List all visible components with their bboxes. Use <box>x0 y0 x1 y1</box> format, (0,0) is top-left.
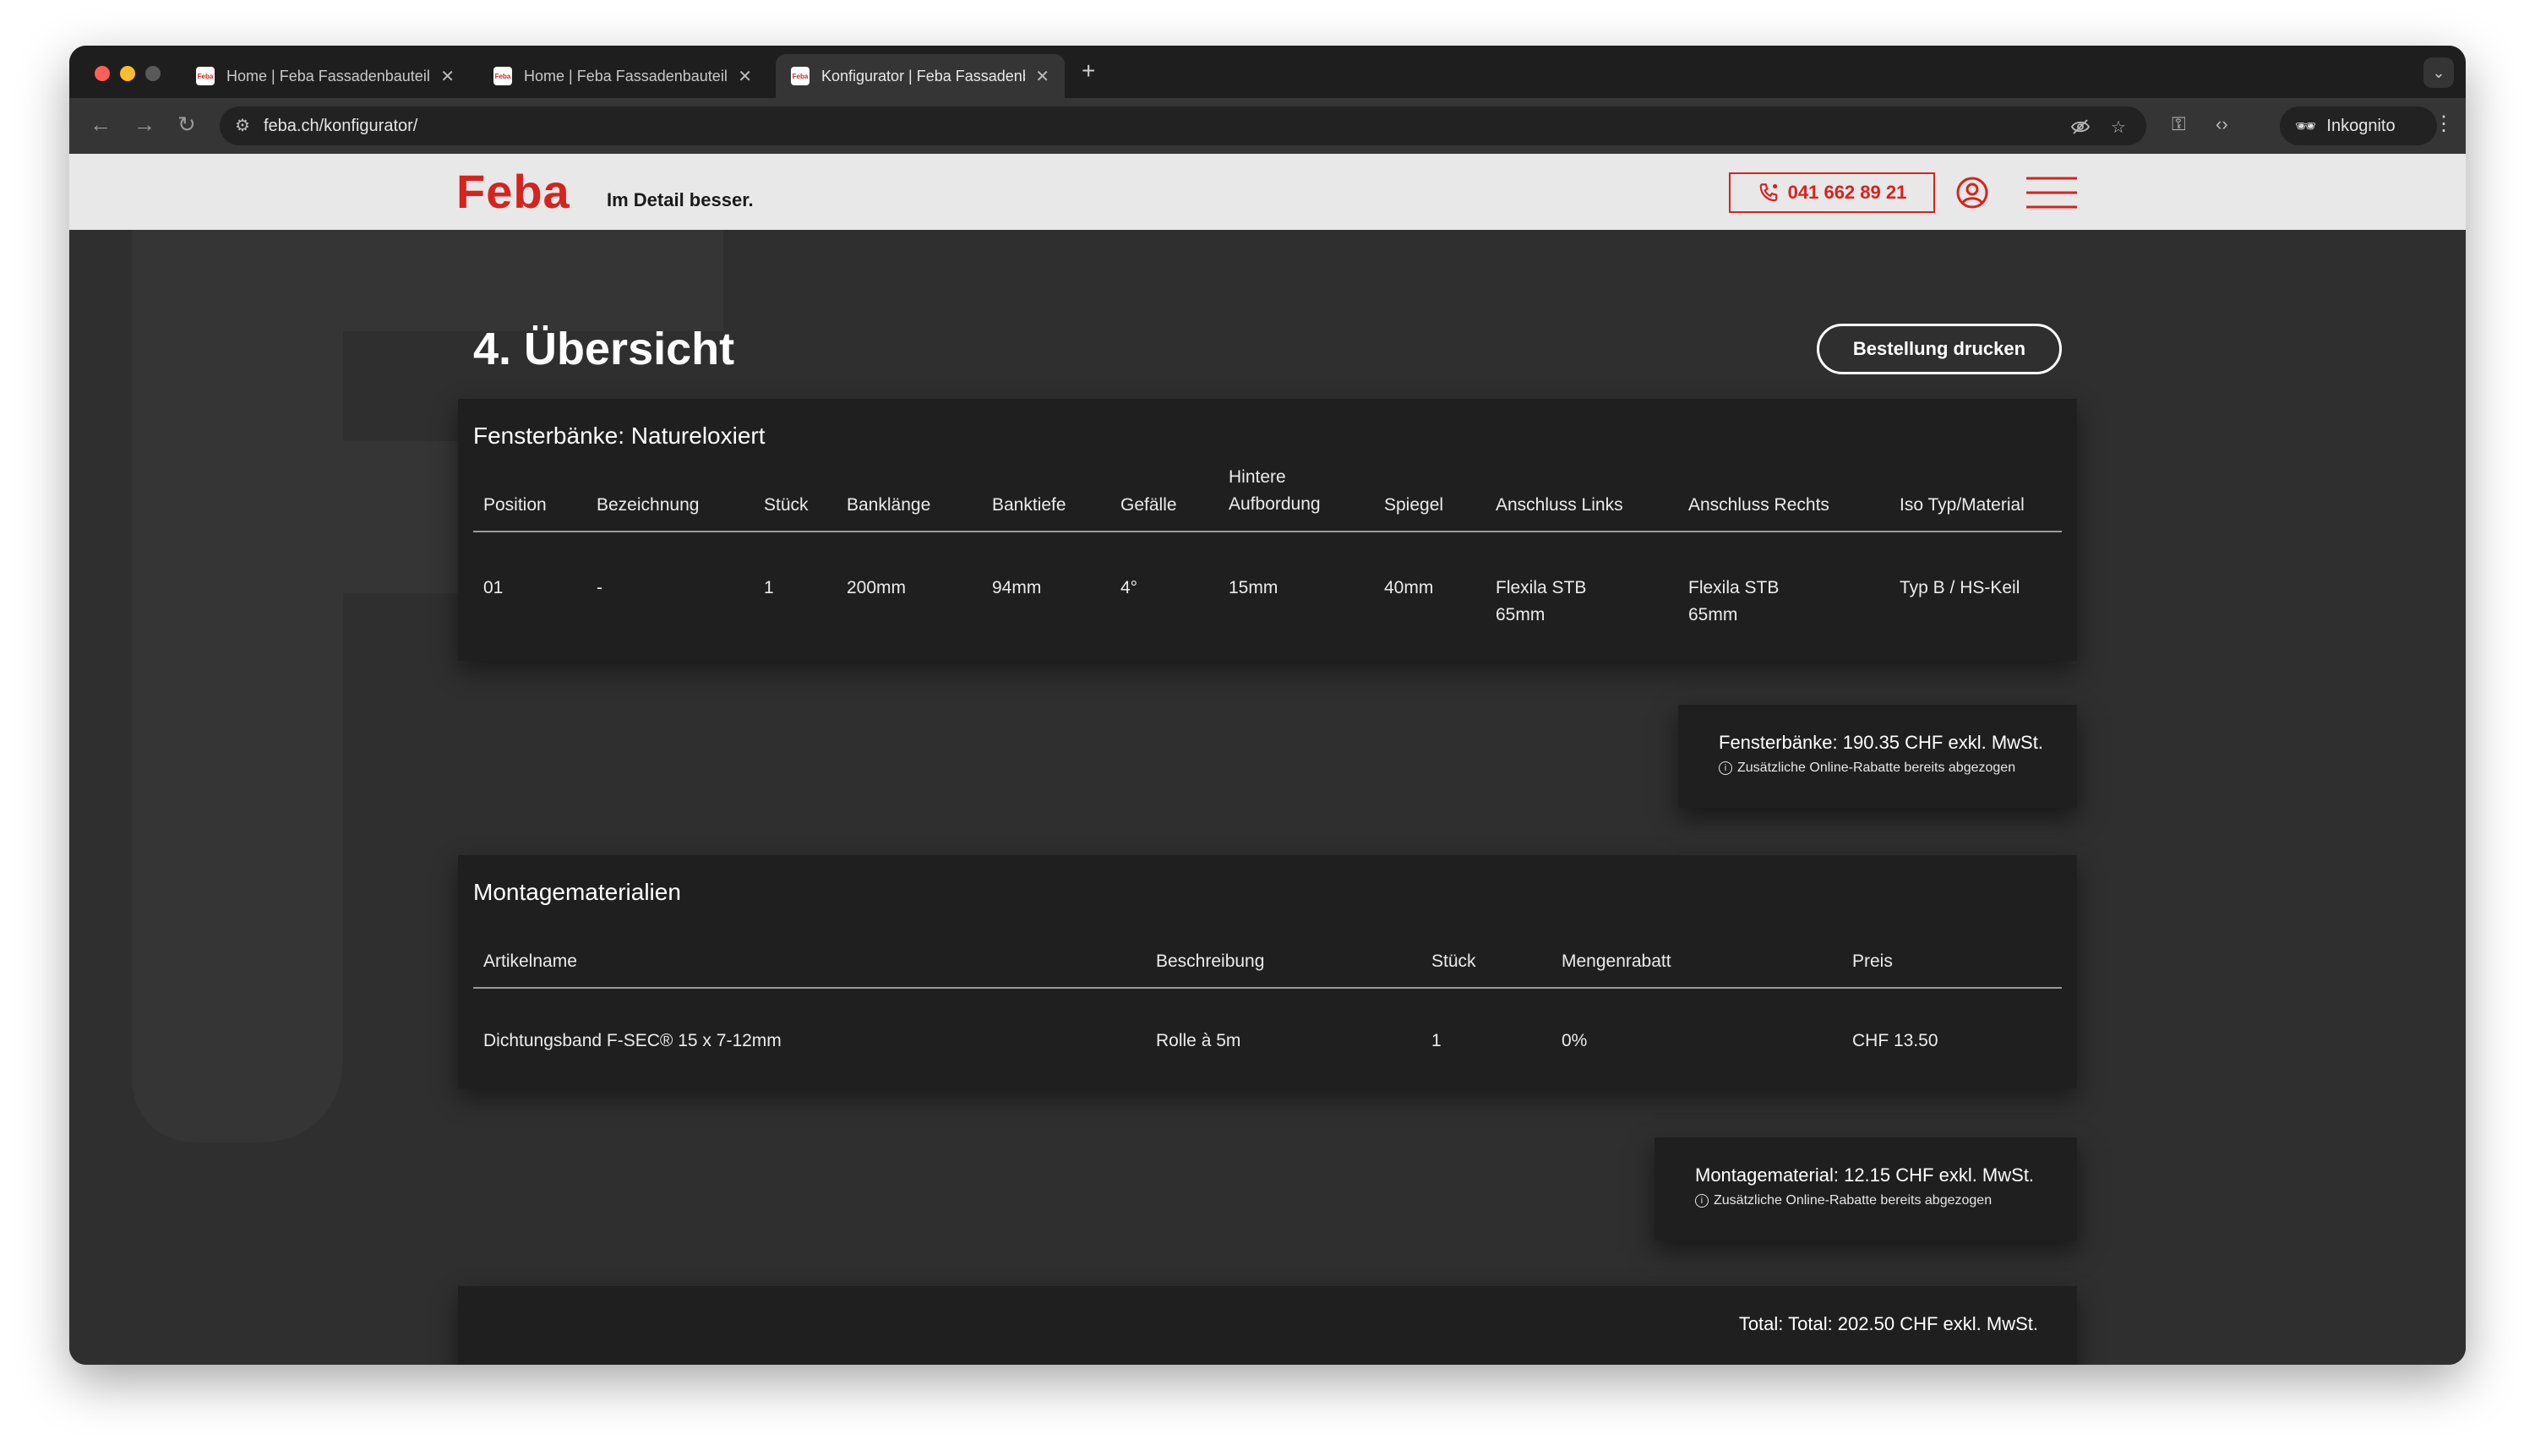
cell-iso-typ: Typ B / HS-Keil <box>1900 578 2020 597</box>
col-banklaenge: Banklänge <box>847 495 931 515</box>
col-mengenrabatt: Mengenrabatt <box>1562 952 1671 971</box>
eye-off-icon[interactable] <box>2070 117 2091 142</box>
back-arrow-icon[interactable]: ← <box>90 112 112 138</box>
feba-logo[interactable]: Feba <box>456 164 570 219</box>
cell-hintere-aufbordung: 15mm <box>1229 578 1278 597</box>
browser-menu-icon[interactable]: ⋮ <box>2434 112 2454 136</box>
new-tab-button[interactable]: + <box>1082 57 1095 85</box>
tab-bar: Feba Home | Feba Fassadenbauteile ✕ Feba… <box>69 46 2466 98</box>
feba-favicon-icon: Feba <box>493 67 512 85</box>
sills-summary-box: Fensterbänke: 190.35 CHF exkl. MwSt. i Z… <box>1678 705 2077 808</box>
browser-window: Feba Home | Feba Fassadenbauteile ✕ Feba… <box>69 46 2466 1365</box>
col-anschluss-rechts: Anschluss Rechts <box>1688 495 1829 515</box>
site-header: Feba Im Detail besser. 041 662 89 21 <box>69 154 2466 230</box>
mounting-title: Montagematerialien <box>473 879 681 905</box>
bookmark-star-icon[interactable]: ☆ <box>2111 117 2126 138</box>
discount-note-text: Zusätzliche Online-Rabatte bereits abgez… <box>1714 1193 1993 1208</box>
mounting-summary: Montagematerial: 12.15 CHF exkl. MwSt. <box>1695 1164 2035 1186</box>
address-bar[interactable]: ⚙ feba.ch/konfigurator/ ☆ <box>220 106 2146 145</box>
sills-summary: Fensterbänke: 190.35 CHF exkl. MwSt. <box>1719 732 2043 753</box>
minimize-window-button[interactable] <box>120 66 135 81</box>
page-title: 4. Übersicht <box>473 324 735 374</box>
cell-position: 01 <box>483 578 504 597</box>
browser-tab-2[interactable]: Feba Home | Feba Fassadenbauteile ✕ <box>478 54 767 98</box>
site-settings-icon[interactable]: ⚙ <box>235 115 250 136</box>
phone-icon <box>1759 183 1777 202</box>
phone-button[interactable]: 041 662 89 21 <box>1729 172 1935 213</box>
col-stueck: Stück <box>1431 952 1476 971</box>
print-order-button[interactable]: Bestellung drucken <box>1817 324 2062 374</box>
tab-search-chevron-icon[interactable]: ⌄ <box>2423 57 2454 88</box>
browser-toolbar: ← → ↻ ⚙ feba.ch/konfigurator/ ☆ ⚿ ‹› 🕶 I… <box>69 98 2466 154</box>
incognito-badge[interactable]: 🕶 Inkognito <box>2280 106 2437 145</box>
sills-title: Fensterbänke: Natureloxiert <box>473 423 766 449</box>
code-brackets-icon[interactable]: ‹› <box>2216 113 2228 135</box>
sills-discount-note: i Zusätzliche Online-Rabatte bereits abg… <box>1719 761 2015 776</box>
maximize-window-button[interactable] <box>145 66 161 81</box>
col-bezeichnung: Bezeichnung <box>597 495 700 515</box>
cell-spiegel: 40mm <box>1384 578 1434 597</box>
tagline: Im Detail besser. <box>607 189 754 210</box>
col-anschluss-links: Anschluss Links <box>1496 495 1623 515</box>
col-artikelname: Artikelname <box>483 952 577 971</box>
password-key-icon[interactable]: ⚿ <box>2172 113 2186 135</box>
col-preis: Preis <box>1852 952 1893 971</box>
tab-title: Konfigurator | Feba Fassadenbauteile <box>821 67 1025 85</box>
info-icon: i <box>1695 1194 1709 1208</box>
col-stueck: Stück <box>764 495 809 515</box>
total-bar: Total: Total: 202.50 CHF exkl. MwSt. <box>458 1286 2077 1365</box>
close-tab-icon[interactable]: ✕ <box>738 66 752 87</box>
cell-banktiefe: 94mm <box>992 578 1042 597</box>
col-banktiefe: Banktiefe <box>992 495 1066 515</box>
header-divider <box>473 531 2062 532</box>
cell-anschluss-links: Flexila STB 65mm <box>1496 578 1587 624</box>
header-divider <box>473 987 2062 989</box>
cell-banklaenge: 200mm <box>847 578 907 597</box>
phone-number: 041 662 89 21 <box>1787 182 1907 203</box>
cell-stueck: 1 <box>764 578 774 597</box>
tab-title: Home | Feba Fassadenbauteile <box>226 67 431 85</box>
col-gefaelle: Gefälle <box>1120 495 1177 515</box>
url-text: feba.ch/konfigurator/ <box>264 117 418 135</box>
close-tab-icon[interactable]: ✕ <box>1035 66 1049 87</box>
discount-note-text: Zusätzliche Online-Rabatte bereits abgez… <box>1737 761 2016 775</box>
incognito-label: Inkognito <box>2326 116 2396 135</box>
col-hintere-aufbordung: Hintere Aufbordung <box>1229 467 1321 514</box>
cell-mengenrabatt: 0% <box>1562 1031 1588 1050</box>
mounting-discount-note: i Zusätzliche Online-Rabatte bereits abg… <box>1695 1193 1992 1208</box>
browser-tab-1[interactable]: Feba Home | Feba Fassadenbauteile ✕ <box>181 54 470 98</box>
cell-beschreibung: Rolle à 5m <box>1156 1031 1241 1050</box>
mounting-card: Montagematerialien Artikelname Beschreib… <box>458 855 2077 1088</box>
cell-bezeichnung: - <box>597 578 602 597</box>
info-icon: i <box>1719 761 1732 775</box>
cell-preis: CHF 13.50 <box>1852 1031 1938 1050</box>
forward-arrow-icon[interactable]: → <box>134 112 155 138</box>
feba-favicon-icon: Feba <box>196 67 215 85</box>
cell-stueck: 1 <box>1431 1031 1442 1050</box>
cell-artikelname: Dichtungsband F-SEC® 15 x 7-12mm <box>483 1031 782 1050</box>
col-beschreibung: Beschreibung <box>1156 952 1265 971</box>
cell-anschluss-rechts: Flexila STB 65mm <box>1688 578 1780 624</box>
mounting-summary-box: Montagematerial: 12.15 CHF exkl. MwSt. i… <box>1655 1137 2077 1241</box>
hamburger-menu-icon[interactable] <box>2026 176 2077 210</box>
close-tab-icon[interactable]: ✕ <box>440 66 455 87</box>
col-spiegel: Spiegel <box>1384 495 1444 515</box>
cell-gefaelle: 4° <box>1120 578 1138 597</box>
close-window-button[interactable] <box>95 66 110 81</box>
order-total: Total: Total: 202.50 CHF exkl. MwSt. <box>1738 1313 2038 1334</box>
col-position: Position <box>483 495 547 515</box>
feba-favicon-icon: Feba <box>791 67 810 85</box>
user-account-icon[interactable] <box>1955 176 1989 210</box>
reload-icon[interactable]: ↻ <box>177 112 196 138</box>
page-content: 4. Übersicht Bestellung drucken Fensterb… <box>69 230 2466 1365</box>
col-iso-typ: Iso Typ/Material <box>1900 495 2025 515</box>
sills-card: Fensterbänke: Natureloxiert Position Bez… <box>458 399 2077 661</box>
browser-tab-3-active[interactable]: Feba Konfigurator | Feba Fassadenbauteil… <box>776 54 1065 98</box>
incognito-icon: 🕶 <box>2295 117 2317 136</box>
tab-title: Home | Feba Fassadenbauteile <box>524 67 728 85</box>
